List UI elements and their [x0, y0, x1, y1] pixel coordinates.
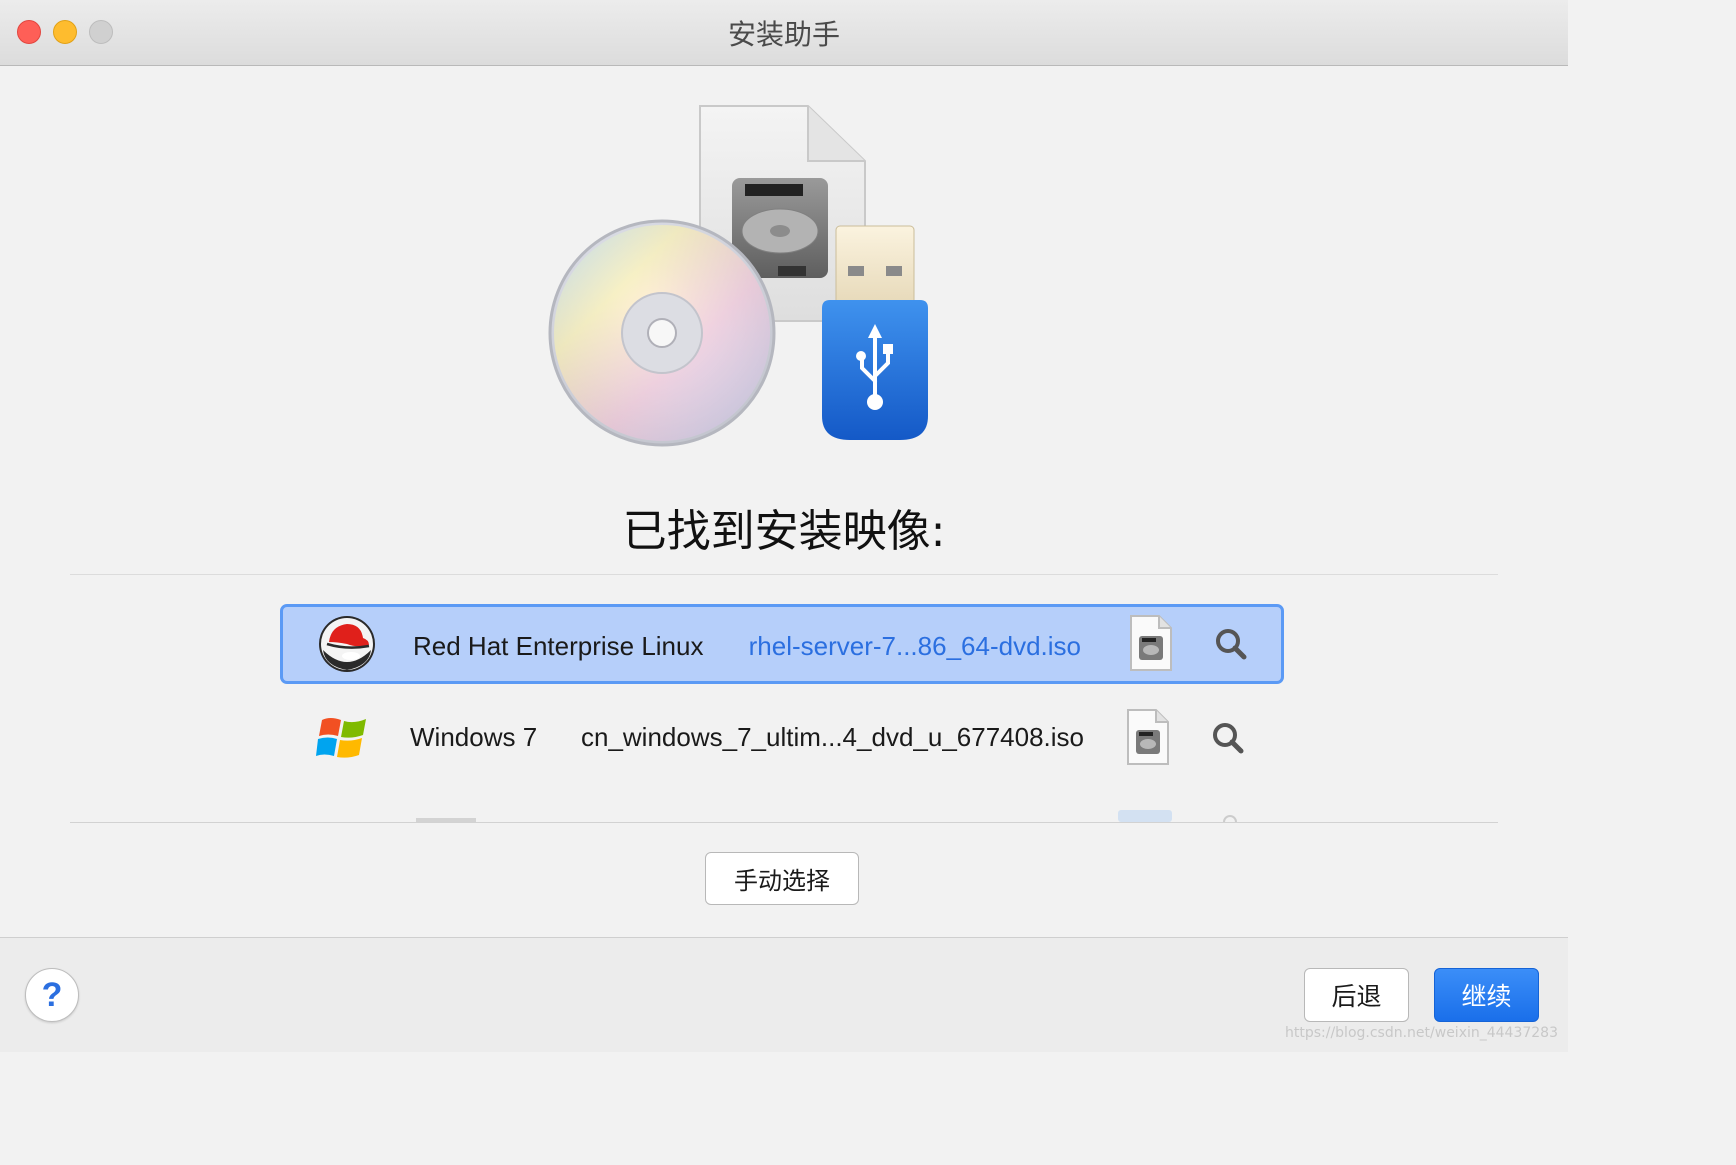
list-top-divider [70, 574, 1498, 575]
search-icon[interactable] [1210, 720, 1246, 756]
windows-logo-icon [316, 718, 366, 758]
continue-button[interactable]: 继续 [1434, 968, 1539, 1022]
back-button[interactable]: 后退 [1304, 968, 1409, 1022]
image-list-item-rhel[interactable]: Red Hat Enterprise Linux rhel-server-7..… [280, 604, 1284, 684]
help-button[interactable]: ? [25, 968, 79, 1022]
iso-file-name: cn_windows_7_ultim...4_dvd_u_677408.iso [580, 722, 1084, 752]
search-icon[interactable] [1213, 626, 1249, 662]
title-bar: 安装助手 [0, 0, 1568, 66]
window-title: 安装助手 [727, 18, 840, 51]
image-list-item-windows[interactable]: Windows 7 cn_windows_7_ultim...4_dvd_u_6… [280, 698, 1284, 778]
page-heading: 已找到安装映像: [622, 506, 946, 557]
watermark: https://blog.csdn.net/weixin_44437283 [1284, 1025, 1558, 1041]
install-media-icon [548, 105, 928, 447]
clipped-row-hint [416, 810, 1237, 822]
manual-select-button[interactable]: 手动选择 [705, 852, 859, 905]
list-bottom-divider [70, 822, 1498, 823]
install-media-illustration [540, 96, 940, 456]
os-name: Red Hat Enterprise Linux [413, 631, 704, 661]
os-name: Windows 7 [410, 722, 538, 752]
clipped-list-item [380, 808, 1280, 822]
disk-image-file-icon [1127, 709, 1169, 765]
disk-image-file-icon [1130, 615, 1172, 671]
redhat-logo-icon [319, 616, 375, 672]
iso-file-name: rhel-server-7...86_64-dvd.iso [748, 631, 1081, 661]
